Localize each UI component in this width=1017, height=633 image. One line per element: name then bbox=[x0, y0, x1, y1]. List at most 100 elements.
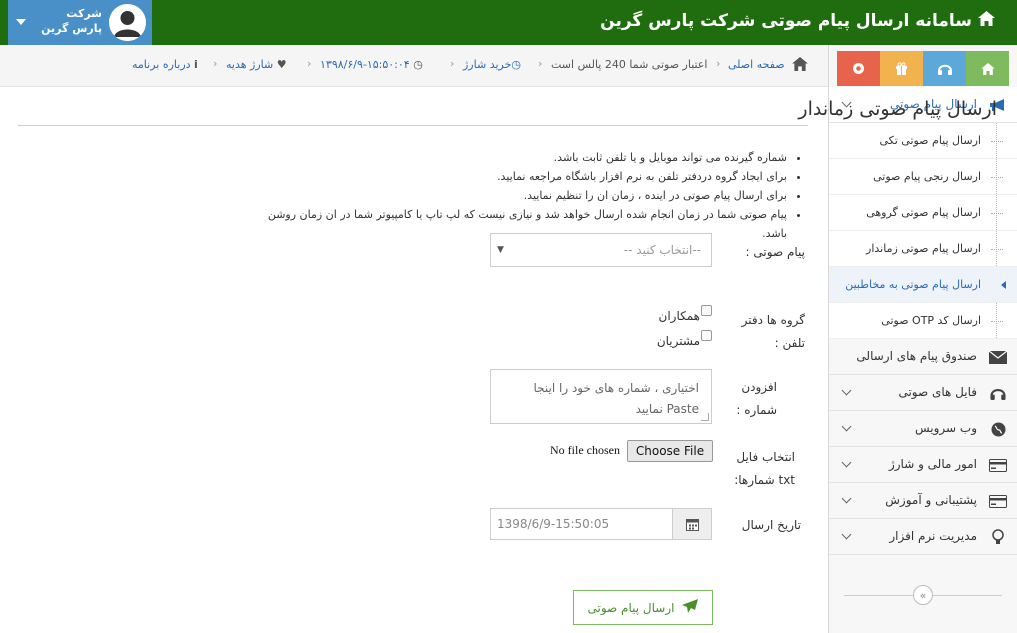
sidebar-subitem-scheduled[interactable]: ارسال پیام صوتی زماندار bbox=[829, 231, 1017, 267]
list-item: پیام صوتی شما در زمان انجام شده ارسال خو… bbox=[243, 205, 787, 240]
quick-support-button[interactable] bbox=[923, 51, 966, 86]
lightbulb-icon bbox=[989, 529, 1007, 545]
chevron-down-icon bbox=[841, 493, 852, 504]
chevron-down-icon bbox=[841, 457, 852, 468]
sidebar-subitem-contacts[interactable]: ارسال پیام صوتی به مخاطبین bbox=[829, 267, 1017, 303]
numbers-textarea[interactable]: اختیاری ، شماره های خود را اینجا Paste ن… bbox=[490, 369, 712, 424]
user-name-line1: شرکت bbox=[66, 7, 102, 20]
send-date-input[interactable]: 1398/6/9-15:50:05 bbox=[490, 508, 712, 540]
sidebar-collapse-button[interactable]: « bbox=[913, 585, 933, 605]
quick-gift-button[interactable] bbox=[880, 51, 923, 86]
sidebar-item-web-service[interactable]: وب سرویس bbox=[829, 411, 1017, 447]
app-title: سامانه ارسال پیام صوتی شرکت پارس گرین bbox=[600, 11, 995, 31]
sidebar-item-label: پشتیبانی و آموزش bbox=[885, 493, 977, 507]
groups-label: گروه ها دفتر تلفن : bbox=[742, 311, 805, 353]
breadcrumb-separator: › bbox=[450, 57, 455, 70]
user-name: شرکت پارس گرین bbox=[41, 6, 102, 36]
sidebar-item-voice-files[interactable]: فایل های صوتی bbox=[829, 375, 1017, 411]
breadcrumb-separator: › bbox=[538, 57, 543, 70]
breadcrumb-separator: › bbox=[716, 57, 721, 70]
clock-icon: ◷ bbox=[511, 58, 522, 71]
datetime-readout: ◷ ۱۳۹۸/۶/۹-۱۵:۵۰:۰۴ bbox=[320, 58, 423, 71]
choose-file-button[interactable]: Choose File bbox=[627, 440, 713, 462]
breadcrumb-separator: › bbox=[307, 57, 312, 70]
avatar-icon bbox=[109, 4, 146, 41]
sidebar-subitem-label: ارسال پیام صوتی گروهی bbox=[866, 206, 981, 219]
sidebar-subitem-label: ارسال پیام صوتی به مخاطبین bbox=[845, 278, 981, 291]
add-numbers-label-line2: شماره : bbox=[736, 403, 777, 417]
sidebar-item-outbox[interactable]: صندوق پیام های ارسالی bbox=[829, 339, 1017, 375]
list-item: شماره گیرنده می تواند موبایل و یا تلفن ث… bbox=[243, 148, 787, 167]
caret-down-icon bbox=[16, 19, 26, 25]
breadcrumb-credit: اعتبار صوتی شما 240 پالس است bbox=[551, 58, 708, 71]
group-colleagues-label: همکاران bbox=[658, 309, 701, 323]
sidebar-subitem-otp[interactable]: ارسال کد OTP صوتی bbox=[829, 303, 1017, 339]
buy-charge-link[interactable]: ◷خرید شارژ bbox=[463, 58, 521, 71]
chevron-down-icon bbox=[841, 529, 852, 540]
envelope-icon bbox=[989, 349, 1007, 365]
sidebar-subitem-label: ارسال رنجی پیام صوتی bbox=[873, 170, 981, 183]
tree-dash bbox=[991, 177, 1003, 178]
numbers-placeholder-line1: اختیاری ، شماره های خود را اینجا bbox=[533, 381, 700, 395]
send-date-label: تاریخ ارسال bbox=[741, 518, 801, 532]
resize-handle[interactable] bbox=[701, 413, 709, 421]
title-divider bbox=[18, 125, 808, 126]
groups-label-line1: گروه ها دفتر bbox=[741, 313, 805, 327]
voice-label: پیام صوتی : bbox=[745, 245, 805, 259]
info-icon: i bbox=[194, 58, 198, 71]
buy-charge-label: خرید شارژ bbox=[463, 58, 512, 71]
caret-left-icon bbox=[1001, 281, 1006, 289]
list-item: برای ارسال پیام صوتی در اینده ، زمان ان … bbox=[243, 186, 787, 205]
gift-icon bbox=[896, 62, 907, 75]
gift-charge-link[interactable]: ♥ شارژ هدیه bbox=[226, 58, 287, 71]
voice-select[interactable]: --انتخاب کنید -- ▼ bbox=[490, 233, 712, 267]
sidebar-subitem-label: ارسال کد OTP صوتی bbox=[881, 314, 981, 327]
sidebar-item-support[interactable]: پشتیبانی و آموزش bbox=[829, 483, 1017, 519]
quick-help-button[interactable] bbox=[837, 51, 880, 86]
caret-down-icon: ▼ bbox=[497, 245, 504, 255]
send-voice-label: ارسال پیام صوتی bbox=[587, 600, 675, 615]
file-label-line1: انتخاب فایل bbox=[736, 450, 795, 464]
globe-icon bbox=[989, 421, 1007, 437]
credit-card-icon bbox=[989, 457, 1007, 473]
tree-dash bbox=[991, 213, 1003, 214]
tree-dash bbox=[991, 321, 1003, 322]
breadcrumb-separator: › bbox=[213, 57, 218, 70]
sidebar-subitem-range[interactable]: ارسال رنجی پیام صوتی bbox=[829, 159, 1017, 195]
datetime-text: ۱۳۹۸/۶/۹-۱۵:۵۰:۰۴ bbox=[320, 58, 410, 71]
clock-icon: ◷ bbox=[413, 58, 423, 71]
group-customers-label: مشتریان bbox=[656, 334, 700, 348]
file-label: انتخاب فایل txt شمارها: bbox=[734, 448, 795, 490]
file-label-line2: txt شمارها: bbox=[734, 473, 795, 487]
sidebar-menu: ارسال پیام صوتی ارسال پیام صوتی تکی ارسا… bbox=[829, 87, 1017, 555]
add-numbers-label-line1: افزودن bbox=[741, 380, 777, 394]
list-item: برای ایجاد گروه دردفتر تلفن به نرم افزار… bbox=[243, 167, 787, 186]
top-bar: سامانه ارسال پیام صوتی شرکت پارس گرین شر… bbox=[0, 0, 1017, 45]
sidebar-item-label: وب سرویس bbox=[914, 421, 977, 435]
sidebar-subitem-label: ارسال پیام صوتی تکی bbox=[879, 134, 981, 147]
add-numbers-label: افزودن شماره : bbox=[736, 378, 777, 420]
calendar-icon[interactable] bbox=[672, 509, 711, 539]
user-menu[interactable]: شرکت پارس گرین bbox=[8, 0, 152, 45]
headphones-icon bbox=[989, 385, 1007, 401]
sidebar-subitem-single[interactable]: ارسال پیام صوتی تکی bbox=[829, 123, 1017, 159]
breadcrumb: صفحه اصلی › اعتبار صوتی شما 240 پالس است… bbox=[0, 45, 828, 87]
headphones-icon bbox=[937, 64, 952, 75]
group-customers-checkbox[interactable] bbox=[701, 330, 712, 341]
about-link[interactable]: i درباره برنامه bbox=[132, 58, 198, 71]
quick-actions bbox=[837, 51, 1009, 86]
sidebar-item-finance[interactable]: امور مالی و شارژ bbox=[829, 447, 1017, 483]
quick-home-button[interactable] bbox=[966, 51, 1009, 86]
user-name-line2: پارس گرین bbox=[41, 22, 102, 35]
sidebar-subitem-group[interactable]: ارسال پیام صوتی گروهی bbox=[829, 195, 1017, 231]
voice-select-value: --انتخاب کنید -- bbox=[623, 243, 701, 257]
sidebar: ارسال پیام صوتی ارسال پیام صوتی تکی ارسا… bbox=[828, 45, 1017, 633]
lifebuoy-icon bbox=[853, 63, 864, 74]
group-colleagues-checkbox[interactable] bbox=[701, 305, 712, 316]
send-voice-button[interactable]: ارسال پیام صوتی bbox=[573, 590, 713, 625]
sidebar-item-software-management[interactable]: مدیریت نرم افزار bbox=[829, 519, 1017, 555]
groups-label-line2: تلفن : bbox=[774, 336, 805, 350]
breadcrumb-home-link[interactable]: صفحه اصلی bbox=[728, 58, 785, 71]
gift-charge-label: شارژ هدیه bbox=[226, 58, 274, 71]
sidebar-item-label: مدیریت نرم افزار bbox=[889, 529, 977, 543]
